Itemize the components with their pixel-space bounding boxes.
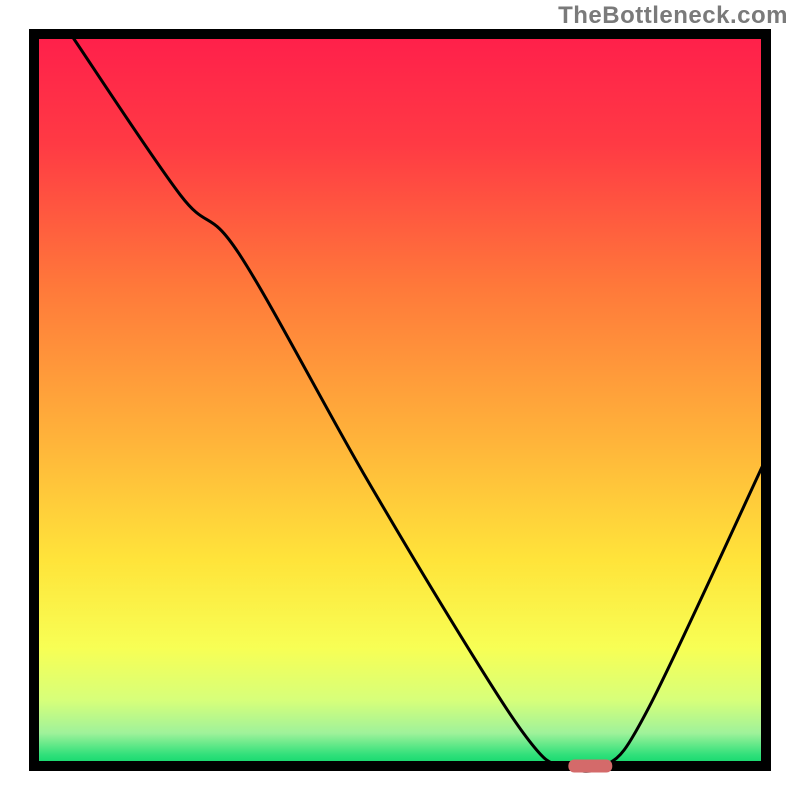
chart-frame: TheBottleneck.com (0, 0, 800, 800)
optimal-marker (568, 760, 612, 773)
chart-svg (0, 0, 800, 800)
